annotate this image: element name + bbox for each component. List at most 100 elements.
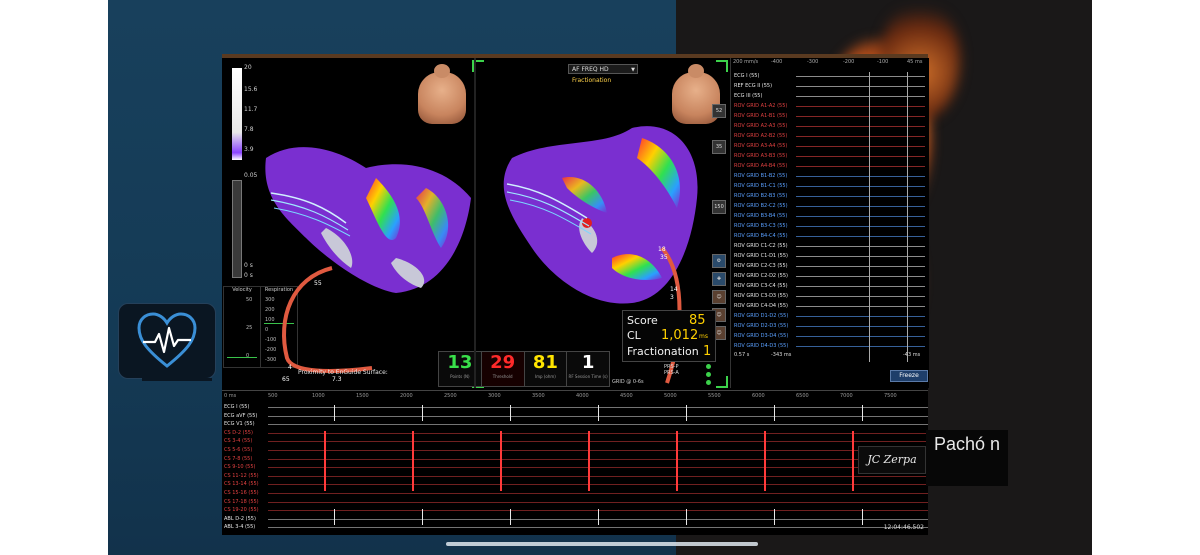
freeze-button[interactable]: Freeze [890,370,928,382]
tool-button[interactable]: 35 [712,140,726,154]
egm-channel-row[interactable]: ROV GRID B1-B2 (55) [731,172,929,180]
strip-channel-row[interactable]: ABL 3-4 (55) [222,523,928,532]
egm-channel-row[interactable]: ROV GRID B1-C1 (55) [731,182,929,190]
catheter-loop-left [282,266,373,373]
ecg-qrs-spike [598,405,599,413]
egm-channel-label: ROV GRID A1-A2 (55) [734,103,788,109]
home-indicator[interactable] [446,542,758,546]
egm-channel-row[interactable]: ROV GRID B2-C2 (55) [731,202,929,210]
egm-time-axis: 200 mm/s -400 -300 -200 -100 45 ms [733,59,923,65]
strip-tick-label: 4500 [620,393,633,399]
fractionation-label: Fractionation [627,345,699,358]
scale-tick: 20 [244,64,252,71]
egm-trace [796,236,925,237]
strip-tick-label: 4000 [576,393,589,399]
egm-trace [796,336,925,337]
egm-channel-row[interactable]: ROV GRID A4-B4 (55) [731,162,929,170]
ecg-qrs-spike [598,517,599,525]
settings-icon[interactable]: ⚙ [712,254,726,268]
egm-channel-row[interactable]: ROV GRID A2-A3 (55) [731,122,929,130]
egm-channel-row[interactable]: ROV GRID C1-D1 (55) [731,252,929,260]
electrode-label: 7.3 [332,376,342,383]
ecg-qrs-spike [862,413,863,421]
egm-trace [796,86,925,87]
egm-channel-row[interactable]: ROV GRID A1-A2 (55) [731,102,929,110]
egm-channel-row[interactable]: ROV GRID C2-C3 (55) [731,262,929,270]
ecg-qrs-spike [334,509,335,517]
tool-icon[interactable]: ✚ [712,272,726,286]
egm-trace [796,316,925,317]
map-type-dropdown[interactable]: AF FREQ HD ▼ [568,64,638,74]
strip-trace [268,424,928,426]
strip-tick-label: 7500 [884,393,897,399]
egm-channel-label: REF ECG II (55) [734,83,773,89]
secondary-scale-bar[interactable] [232,180,242,278]
strip-trace [268,484,928,486]
egm-trace [796,176,925,177]
egm-channel-row[interactable]: ROV GRID A3-A4 (55) [731,142,929,150]
ecg-qrs-spike [422,413,423,421]
strip-channel-label: ABL 3-4 (55) [224,524,256,531]
egm-channel-row[interactable]: ROV GRID C2-D2 (55) [731,272,929,280]
map-type-value: AF FREQ HD [572,66,609,73]
prs-a-label: PRS-A [664,370,679,376]
torso-orientation-icon[interactable] [418,64,466,124]
strip-time-axis: 0 ms 500 1000 1500 2000 2500 3000 3500 4000 4500 5… [222,391,928,401]
ecg-qrs-spike [422,509,423,517]
ablation-counters: 13 Points (N) 29 Threshold 81 Imp (ohm) 1 RF… [438,351,610,387]
live-egm-panel: 200 mm/s -400 -300 -200 -100 45 ms ECG I… [730,58,929,388]
egm-channel-row[interactable]: ROV GRID A2-B2 (55) [731,132,929,140]
chevron-down-icon: ▼ [631,67,635,73]
egm-channel-row[interactable]: ROV GRID C4-D4 (55) [731,302,929,310]
egm-channel-row[interactable]: ROV GRID D4-D3 (55) [731,342,929,350]
egm-channel-row[interactable]: ROV GRID D2-D3 (55) [731,322,929,330]
strip-trace [268,493,928,494]
color-scale: 20 15.6 11.7 7.8 3.9 0.05 0 s 0 s [222,62,258,284]
egm-channel-row[interactable]: ROV GRID A3-B3 (55) [731,152,929,160]
egm-channel-row[interactable]: ROV GRID B3-C3 (55) [731,222,929,230]
egm-channel-row[interactable]: ROV GRID D3-D4 (55) [731,332,929,340]
egm-channel-row[interactable]: ROV GRID B4-C4 (55) [731,232,929,240]
egm-channel-row[interactable]: ECG I (55) [731,72,929,80]
velocity-label: Velocity [232,287,252,293]
cs-activation-spike [764,431,766,491]
egm-channel-label: ROV GRID A3-A4 (55) [734,143,788,149]
egm-readout: 0.57 s [734,352,750,358]
egm-channel-row[interactable]: ROV GRID C1-C2 (55) [731,242,929,250]
egm-channel-row[interactable]: ROV GRID B2-B3 (55) [731,192,929,200]
egm-trace [796,76,925,77]
egm-channel-label: ROV GRID C1-D1 (55) [734,253,788,259]
egm-trace [796,326,925,327]
egm-channel-row[interactable]: ROV GRID D1-D2 (55) [731,312,929,320]
egm-channel-label: ROV GRID B1-B2 (55) [734,173,788,179]
author-watermark: JC Zerpa [858,446,926,474]
egm-trace [796,126,925,127]
egm-channel-row[interactable]: ROV GRID C3-C4 (55) [731,282,929,290]
ecg-qrs-spike [334,413,335,421]
avatar-icon[interactable]: ☺ [712,290,726,304]
egm-channel-row[interactable]: ECG III (55) [731,92,929,100]
egm-trace [796,136,925,137]
ecg-qrs-spike [334,405,335,413]
tool-button[interactable]: 150 [712,200,726,214]
grid-readout: GRID @ 0-6s [612,379,644,385]
egm-channel-label: ROV GRID D4-D3 (55) [734,343,789,349]
ecg-qrs-spike [334,517,335,525]
scale-tick: 15.6 [244,86,258,93]
color-scale-bar[interactable] [232,68,242,160]
egm-channel-label: ROV GRID C1-C2 (55) [734,243,788,249]
egm-channel-row[interactable]: ROV GRID C3-D3 (55) [731,292,929,300]
scale-tick: 11.7 [244,106,258,113]
map-mode-label: Fractionation [572,77,612,84]
egm-channel-row[interactable]: ROV GRID B3-B4 (55) [731,212,929,220]
egm-channel-row[interactable]: ROV GRID A1-B1 (55) [731,112,929,120]
strip-trace [268,441,928,443]
egm-trace [796,196,925,197]
electrode-label: 35 [660,254,668,261]
egm-channel-label: ROV GRID D2-D3 (55) [734,323,789,329]
ecg-qrs-spike [774,413,775,421]
strip-tick-label: 2000 [400,393,413,399]
egm-channel-row[interactable]: REF ECG II (55) [731,82,929,90]
egm-trace [796,166,925,167]
tool-button[interactable]: 52 [712,104,726,118]
